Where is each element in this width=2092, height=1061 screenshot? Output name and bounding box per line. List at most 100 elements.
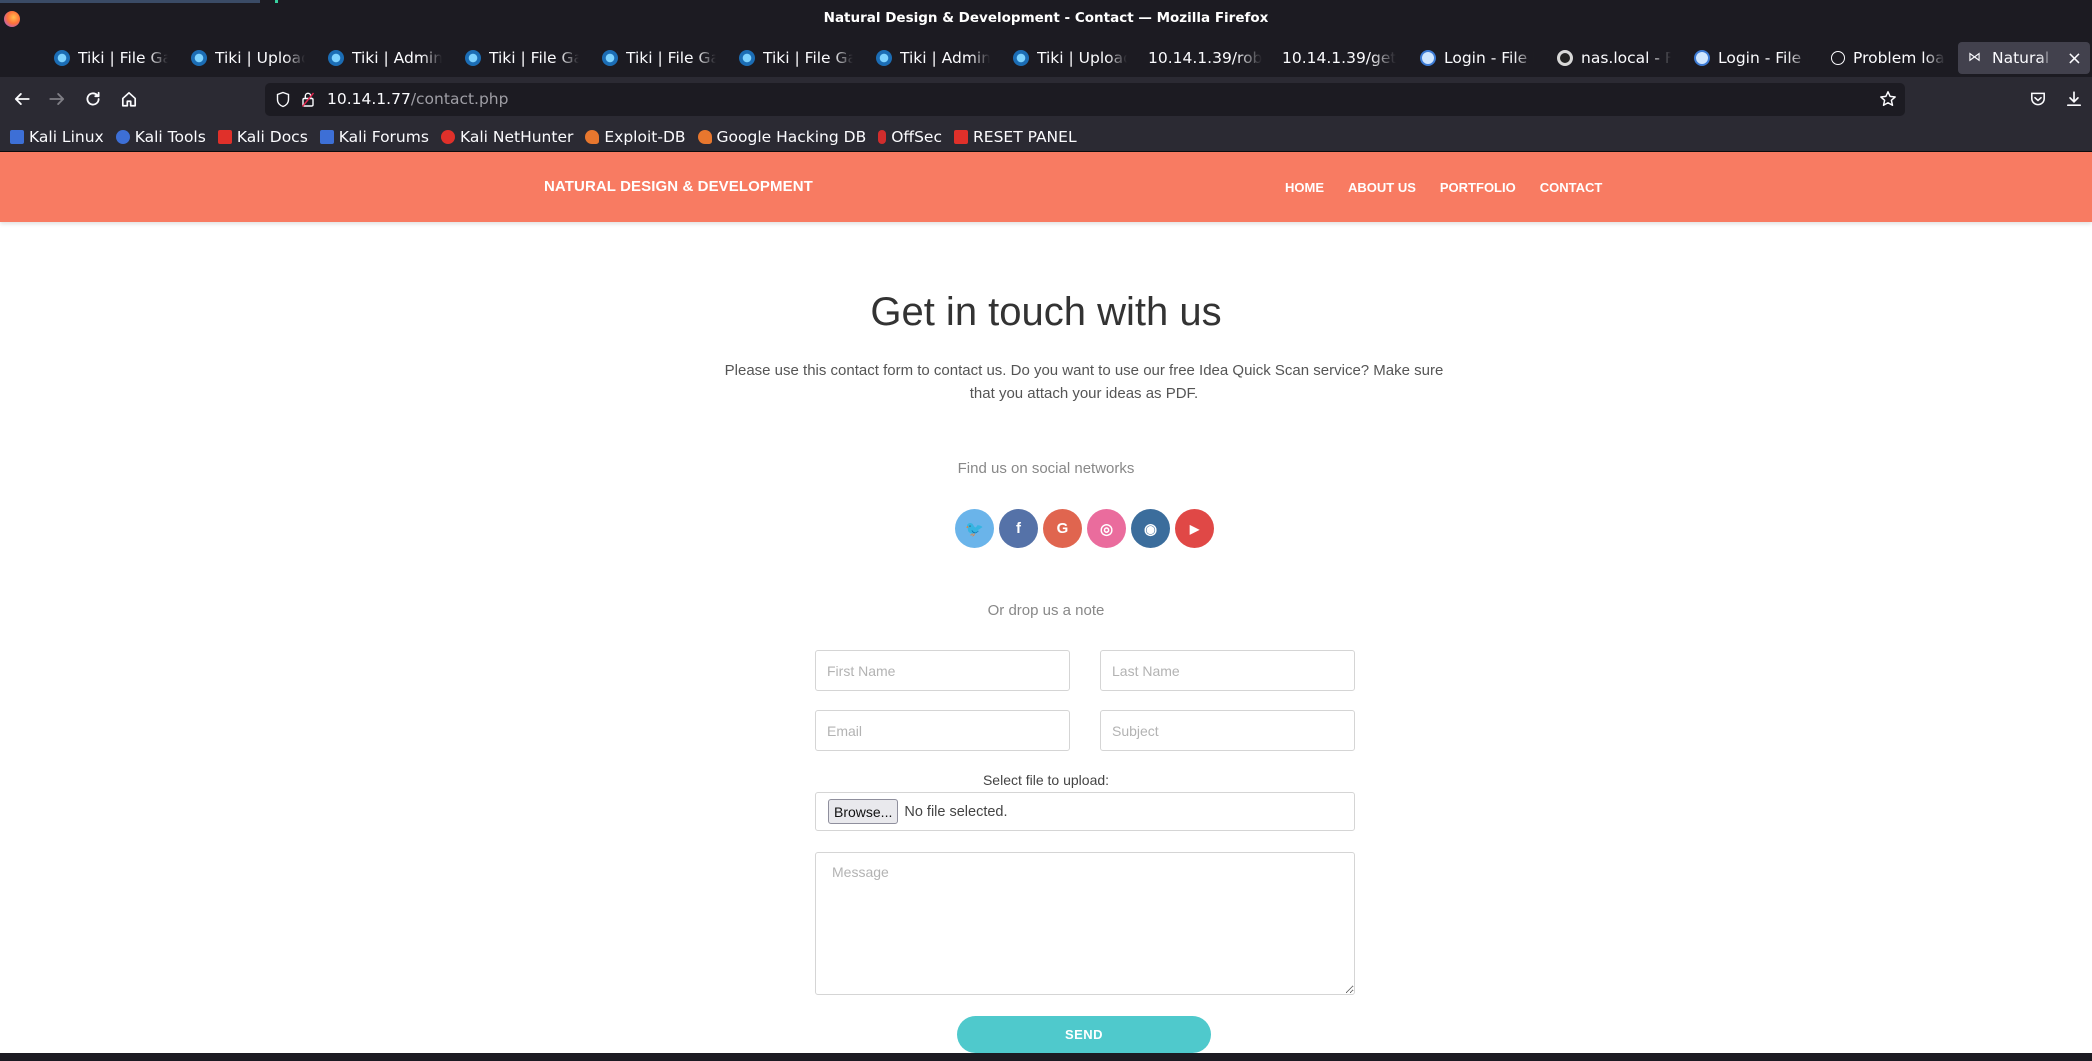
- browser-tab[interactable]: Tiki | Upload Fi: [1003, 42, 1135, 74]
- browser-tab[interactable]: Tiki | File Galle: [44, 42, 176, 74]
- kali-icon: [10, 129, 24, 144]
- back-arrow-icon: [14, 93, 30, 105]
- url-text[interactable]: 10.14.1.77/contact.php: [327, 83, 508, 116]
- url-path: /contact.php: [410, 90, 509, 108]
- insecure-lock-icon[interactable]: [300, 91, 316, 108]
- bookmark-kali-linux[interactable]: Kali Linux: [10, 128, 104, 146]
- tab-label: Tiki | Upload Fi: [215, 49, 305, 67]
- google-icon[interactable]: G: [1043, 509, 1082, 548]
- tab-label: Login - File Br: [1718, 49, 1808, 67]
- nav-portfolio[interactable]: PORTFOLIO: [1440, 180, 1516, 195]
- tiki-icon: [465, 50, 481, 66]
- tab-label: nas.local - File: [1581, 49, 1671, 67]
- bookmark-star-icon[interactable]: [1879, 90, 1897, 108]
- tab-label: Tiki | Admin M: [352, 49, 442, 67]
- file-status: No file selected.: [904, 803, 1008, 820]
- nav-home[interactable]: HOME: [1285, 180, 1324, 195]
- nav-toolbar: 10.14.1.77/contact.php: [0, 77, 2092, 122]
- bookmark-label: Kali Linux: [29, 127, 104, 146]
- bookmark-kali-forums[interactable]: Kali Forums: [319, 127, 429, 146]
- file-upload-field[interactable]: Browse... No file selected.: [815, 792, 1355, 831]
- close-tab-icon[interactable]: ×: [2061, 48, 2082, 69]
- bookmarks-toolbar: Kali Linux Kali Tools Kali Docs Kali For…: [0, 122, 2092, 152]
- page-title: Get in touch with us: [870, 290, 1222, 334]
- tiki-icon: [328, 50, 344, 66]
- social-title: Find us on social networks: [957, 460, 1135, 477]
- bookmark-reset-panel[interactable]: RESET PANEL: [954, 128, 1077, 146]
- youtube-icon[interactable]: ▶: [1175, 509, 1214, 548]
- tab-bar: Tiki | File Galle Tiki | Upload Fi Tiki …: [0, 37, 2092, 77]
- tab-label: Tiki | Upload Fi: [1037, 49, 1127, 67]
- twitter-icon[interactable]: 🐦: [955, 509, 994, 548]
- downloads-button[interactable]: [2060, 85, 2088, 113]
- home-button[interactable]: [115, 85, 143, 113]
- offsec-icon: [878, 129, 887, 144]
- browser-tab[interactable]: Tiki | Admin M: [866, 42, 998, 74]
- tiki-icon: [739, 50, 755, 66]
- browser-tab[interactable]: 10.14.1.39/get_st: [1272, 42, 1404, 74]
- dribbble-icon[interactable]: ◎: [1087, 509, 1126, 548]
- window-bottom-edge: [0, 1053, 2092, 1061]
- browser-tab[interactable]: 10.14.1.39/robots: [1138, 42, 1270, 74]
- first-name-input[interactable]: [815, 650, 1070, 691]
- instagram-icon[interactable]: ◉: [1131, 509, 1170, 548]
- pocket-icon: [2031, 92, 2045, 106]
- browser-tab[interactable]: Tiki | File Galle: [592, 42, 724, 74]
- send-button[interactable]: SEND: [957, 1016, 1211, 1053]
- browse-button[interactable]: Browse...: [828, 799, 899, 824]
- subject-input[interactable]: [1100, 710, 1355, 751]
- nethunter-icon: [440, 129, 455, 144]
- exploitdb-icon: [585, 129, 600, 144]
- email-input[interactable]: [815, 710, 1070, 751]
- intro-text: Please use this contact form to contact …: [724, 362, 1444, 402]
- bookmark-label: Kali Forums: [338, 127, 429, 146]
- nav-about-us[interactable]: ABOUT US: [1348, 180, 1416, 195]
- bookmark-google-hacking-db[interactable]: Google Hacking DB: [697, 127, 867, 146]
- forward-button[interactable]: [43, 85, 71, 113]
- tiki-icon: [602, 50, 618, 66]
- tab-label: 10.14.1.39/robots: [1148, 49, 1262, 67]
- reload-icon: [86, 91, 100, 106]
- bookmark-offsec[interactable]: OffSec: [878, 128, 942, 146]
- tab-label: Natural Des: [1992, 49, 2053, 67]
- tab-label: 10.14.1.39/get_st: [1282, 49, 1396, 67]
- browser-tab[interactable]: Problem loadi: [1821, 42, 1953, 74]
- pocket-button[interactable]: [2024, 85, 2052, 113]
- browser-tab[interactable]: Login - File Br: [1410, 42, 1542, 74]
- nav-contact[interactable]: CONTACT: [1540, 180, 1603, 195]
- last-name-input[interactable]: [1100, 650, 1355, 691]
- address-bar[interactable]: 10.14.1.77/contact.php: [265, 83, 1905, 116]
- filebrowser-icon: [1420, 50, 1436, 66]
- tab-label: Tiki | File Galle: [763, 49, 853, 67]
- bookmark-label: RESET PANEL: [973, 127, 1077, 146]
- site-header: NATURAL DESIGN & DEVELOPMENT HOME ABOUT …: [0, 152, 2092, 222]
- download-icon: [2066, 91, 2082, 107]
- browser-tab-active[interactable]: ⋈ Natural Des ×: [1958, 42, 2090, 74]
- bookmark-kali-nethunter[interactable]: Kali NetHunter: [440, 128, 573, 146]
- bookmark-label: Google Hacking DB: [716, 127, 867, 146]
- facebook-icon[interactable]: f: [999, 509, 1038, 548]
- browser-tab[interactable]: Tiki | File Galle: [729, 42, 861, 74]
- browser-tab[interactable]: Tiki | Upload Fi: [181, 42, 313, 74]
- bookmark-kali-docs[interactable]: Kali Docs: [217, 128, 308, 146]
- tab-label: Tiki | File Galle: [78, 49, 168, 67]
- nas-icon: [1557, 50, 1573, 66]
- tracking-shield-icon[interactable]: [275, 91, 291, 108]
- tiki-icon: [54, 50, 70, 66]
- home-icon: [121, 91, 137, 107]
- browser-tab[interactable]: Login - File Br: [1684, 42, 1816, 74]
- ghdb-icon: [697, 129, 712, 144]
- tiki-icon: [191, 50, 207, 66]
- reload-button[interactable]: [79, 85, 107, 113]
- browser-tab[interactable]: Tiki | File Galle: [455, 42, 587, 74]
- tiki-icon: [1013, 50, 1029, 66]
- browser-tab[interactable]: nas.local - File: [1547, 42, 1679, 74]
- bookmark-kali-tools[interactable]: Kali Tools: [115, 128, 206, 146]
- message-textarea[interactable]: [815, 852, 1355, 995]
- back-button[interactable]: [8, 85, 36, 113]
- bookmark-label: Exploit-DB: [604, 127, 686, 146]
- site-brand[interactable]: NATURAL DESIGN & DEVELOPMENT: [544, 152, 813, 222]
- browser-tab[interactable]: Tiki | Admin M: [318, 42, 450, 74]
- bookmark-exploit-db[interactable]: Exploit-DB: [585, 127, 686, 146]
- info-icon: [1831, 51, 1845, 65]
